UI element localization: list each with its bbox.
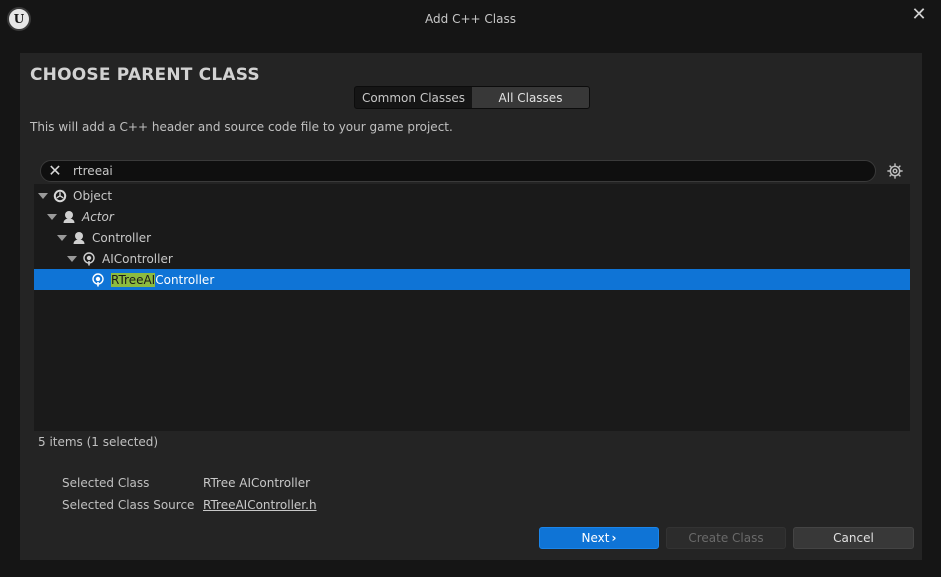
expand-arrow-icon[interactable]	[47, 213, 57, 220]
clear-x-icon[interactable]: ✕	[45, 162, 65, 180]
tree-row-rtreeaicontroller[interactable]: RTreeAIController	[34, 269, 910, 290]
object-class-icon	[53, 189, 67, 202]
gear-icon[interactable]	[886, 162, 904, 180]
create-class-button[interactable]: Create Class	[666, 527, 786, 549]
ai-controller-class-icon	[92, 272, 104, 286]
chevron-right-icon: ›	[611, 531, 617, 545]
selected-source-label: Selected Class Source	[62, 498, 195, 512]
selected-class-value: RTree AIController	[203, 476, 311, 490]
selected-class-label: Selected Class	[62, 476, 150, 490]
tab-common-classes[interactable]: Common Classes	[355, 87, 472, 108]
dialog-panel: CHOOSE PARENT CLASS Common Classes All C…	[20, 53, 922, 560]
tree-item-label: Controller	[92, 230, 152, 245]
next-button-label: Next	[581, 531, 610, 545]
class-search-input[interactable]	[73, 162, 853, 180]
actor-class-icon	[63, 210, 75, 223]
class-tree: Object Actor Controller AIController RTr…	[34, 184, 910, 431]
expand-arrow-icon[interactable]	[67, 255, 77, 262]
expand-arrow-icon[interactable]	[57, 234, 67, 241]
dialog-heading: CHOOSE PARENT CLASS	[30, 65, 260, 85]
search-match-highlight: RTreeAI	[111, 272, 156, 287]
close-icon[interactable]: ✕	[909, 5, 929, 25]
class-search-box: ✕	[40, 160, 876, 182]
tree-item-label: AIController	[102, 251, 173, 266]
ai-controller-class-icon	[83, 251, 95, 265]
expand-arrow-icon[interactable]	[38, 192, 48, 199]
tree-item-label: RTreeAIController	[111, 272, 215, 287]
item-count: 5 items (1 selected)	[38, 435, 159, 449]
cancel-button[interactable]: Cancel	[793, 527, 914, 549]
next-button[interactable]: Next ›	[539, 527, 659, 549]
class-filter-tabs: Common Classes All Classes	[354, 86, 590, 109]
title-bar: U Add C++ Class ✕	[0, 0, 941, 40]
controller-class-icon	[73, 231, 85, 244]
dialog-description: This will add a C++ header and source co…	[30, 120, 453, 134]
tab-all-classes[interactable]: All Classes	[472, 87, 589, 108]
window-title: Add C++ Class	[425, 12, 516, 26]
tree-row-object[interactable]: Object	[34, 185, 910, 206]
tree-row-controller[interactable]: Controller	[34, 227, 910, 248]
tree-item-label: Object	[73, 188, 113, 203]
tree-row-actor[interactable]: Actor	[34, 206, 910, 227]
selected-source-link[interactable]: RTreeAIController.h	[203, 498, 317, 512]
tree-row-aicontroller[interactable]: AIController	[34, 248, 910, 269]
tree-item-label: Actor	[82, 209, 114, 224]
tree-item-label-rest: Controller	[155, 272, 215, 287]
